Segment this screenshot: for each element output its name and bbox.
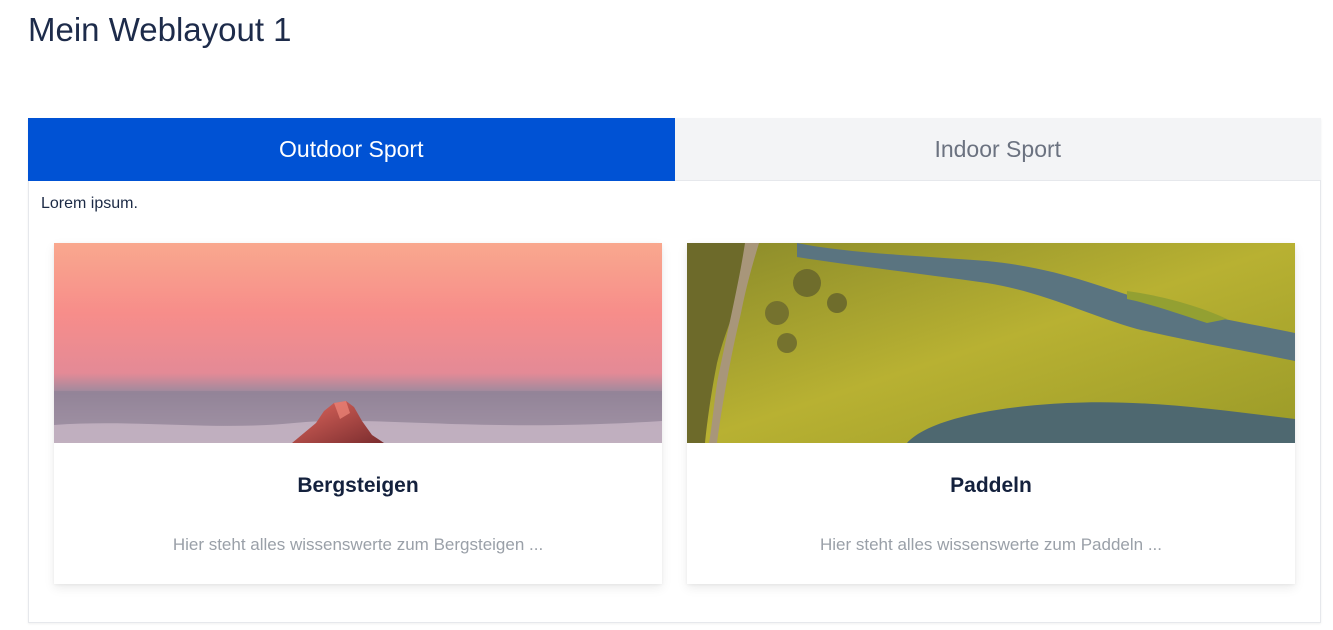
- tabs-panel: Outdoor Sport Indoor Sport Lorem ipsum.: [28, 118, 1321, 623]
- tab-indoor-sport[interactable]: Indoor Sport: [674, 118, 1321, 181]
- mountain-image: [54, 243, 662, 443]
- tab-outdoor-sport[interactable]: Outdoor Sport: [28, 118, 675, 181]
- card-title: Paddeln: [950, 474, 1032, 497]
- card-text: Hier steht alles wissenswerte zum Bergst…: [172, 535, 544, 554]
- tab-intro-text: Lorem ipsum.: [41, 195, 138, 212]
- card-text: Hier steht alles wissenswerte zum Paddel…: [819, 535, 1163, 554]
- tab-bar: Outdoor Sport Indoor Sport: [28, 118, 1321, 181]
- card-paddeln[interactable]: Paddeln Hier steht alles wissenswerte zu…: [687, 243, 1295, 584]
- river-image: [687, 243, 1295, 443]
- page-title: Mein Weblayout 1: [28, 11, 292, 48]
- card-title: Bergsteigen: [297, 474, 419, 497]
- card-bergsteigen[interactable]: Bergsteigen Hier steht alles wissenswert…: [54, 243, 662, 584]
